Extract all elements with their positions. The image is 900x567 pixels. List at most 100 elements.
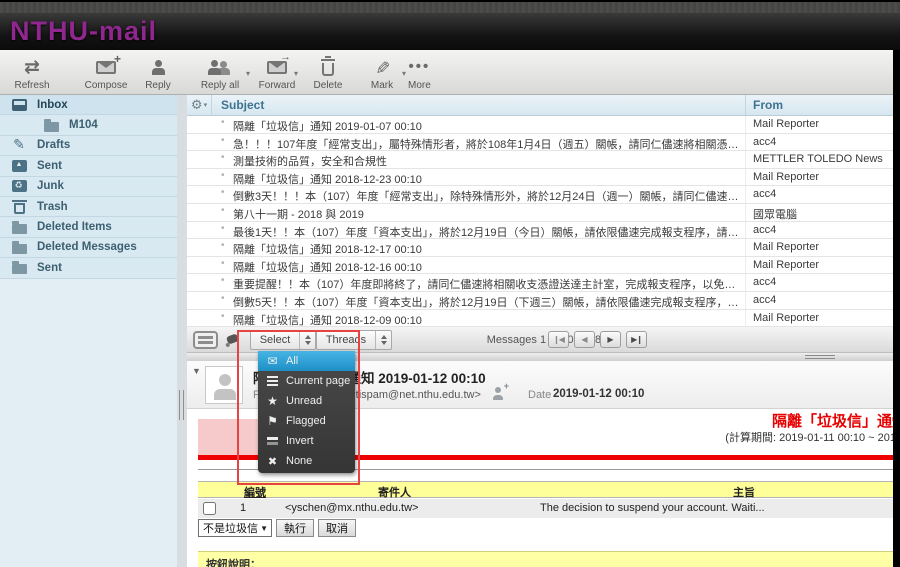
conversation-icon[interactable] — [226, 333, 239, 344]
toolbar-button-label: Compose — [85, 80, 128, 91]
list-options-button[interactable]: ▾ — [187, 95, 212, 115]
spam-action-select[interactable]: 不是垃圾信 ▼ — [198, 519, 272, 537]
toolbar-button-label: Refresh — [14, 80, 49, 91]
menu-item-label: Unread — [286, 395, 322, 407]
toolbar-button[interactable]: Refresh ▾ — [8, 51, 56, 91]
toolbar-button[interactable]: More ▾ — [408, 51, 431, 91]
menu-item-icon — [267, 376, 278, 378]
toolbar-button[interactable]: Reply ▾ — [130, 51, 186, 91]
folder-item-label: Sent — [37, 262, 62, 274]
top-window-strip — [0, 2, 900, 13]
sender-address[interactable]: <antispam@net.nthu.edu.tw> — [337, 389, 481, 401]
mail-list-row[interactable]: 重要提醒！！本（107）年度即將終了，請同仁儘速將相關收支憑證送達主計室，完成報… — [187, 274, 893, 292]
folder-item-icon — [44, 122, 59, 132]
select-menu-item[interactable]: Invert — [258, 431, 355, 451]
mail-row-from: acc4 — [745, 222, 893, 239]
threads-dropdown[interactable]: Threads — [316, 330, 392, 350]
folder-item-label: Sent — [37, 160, 62, 172]
menu-item-icon — [268, 452, 277, 470]
sidebar-folder-item[interactable]: Deleted Items — [0, 217, 177, 237]
chevron-down-icon: ▾ — [246, 69, 250, 78]
first-page-button[interactable] — [548, 331, 569, 348]
mail-list-row[interactable]: 測量技術的品質，安全和合規性 METTLER TOLEDO News — [187, 151, 893, 169]
app-logo: NTHU-mail — [0, 16, 157, 47]
collapse-message-icon[interactable] — [192, 366, 201, 376]
select-menu-item[interactable]: None — [258, 451, 355, 471]
sidebar-folder-item[interactable]: Trash — [0, 197, 177, 217]
menu-item-icon — [267, 352, 277, 370]
select-dropdown-label: Select — [251, 331, 299, 349]
select-menu-item[interactable]: Unread — [258, 391, 355, 411]
read-status-dot-icon — [221, 187, 225, 198]
chevron-down-icon: ▾ — [204, 101, 208, 109]
email-table-row: 1 <yschen@mx.nthu.edu.tw> The decision t… — [198, 499, 893, 518]
message-count-status: Messages 1 to 50 of 386 — [397, 334, 697, 346]
read-status-dot-icon — [221, 258, 225, 269]
toolbar-button-label: Mark — [371, 80, 393, 91]
select-menu-item[interactable]: Flagged — [258, 411, 355, 431]
mail-list-row[interactable]: 倒數5天！！本（107）年度「資本支出」，將於12月19日（下週三）關帳，請依限… — [187, 292, 893, 310]
mail-row-from: 國眾電腦 — [745, 204, 893, 221]
mail-list-row[interactable]: 隔離「垃圾信」通知 2019-01-07 00:10 Mail Reporter — [187, 116, 893, 134]
select-menu-item[interactable]: Current page — [258, 371, 355, 391]
read-status-dot-icon — [221, 223, 225, 234]
cancel-button[interactable]: 取消 — [318, 519, 356, 537]
vertical-splitter[interactable] — [177, 95, 187, 567]
menu-item-label: Flagged — [286, 415, 326, 427]
select-dropdown[interactable]: Select — [250, 330, 316, 350]
toolbar-icon — [409, 58, 431, 76]
folder-item-label: Deleted Messages — [37, 241, 137, 253]
mail-row-subject: 倒數3天！！！本（107）年度「經常支出」，除特殊情形外，將於12月24日（週一… — [233, 188, 741, 204]
row-checkbox[interactable] — [203, 502, 216, 515]
mail-list-row[interactable]: 第八十一期 - 2018 與 2019 國眾電腦 — [187, 204, 893, 222]
mail-list-row[interactable]: 隔離「垃圾信」通知 2018-12-17 00:10 Mail Reporter — [187, 239, 893, 257]
sidebar-folder-item[interactable]: M104 — [0, 115, 177, 135]
folder-item-icon — [14, 203, 25, 214]
mail-list-row[interactable]: 隔離「垃圾信」通知 2018-12-09 00:10 Mail Reporter — [187, 310, 893, 328]
mail-list-row[interactable]: 隔離「垃圾信」通知 2018-12-23 00:10 Mail Reporter — [187, 169, 893, 187]
sidebar-folder-item[interactable]: Inbox — [0, 95, 177, 115]
email-notes-block: 按鈕說明： — [198, 551, 893, 567]
mail-list-row[interactable]: 最後1天！！本（107）年度「資本支出」，將於12月19日（今日）關帳，請依限儘… — [187, 222, 893, 240]
mail-list-row[interactable]: 急！！！107年度「經常支出」，屬特殊情形者，將於108年1月4日（週五）關帳，… — [187, 134, 893, 152]
toolbar-icon — [150, 60, 166, 75]
sidebar-folder-item[interactable]: Deleted Messages — [0, 238, 177, 258]
menu-item-label: Invert — [286, 435, 314, 447]
row-number: 1 — [240, 502, 246, 514]
toolbar-button-label: Forward — [259, 80, 296, 91]
read-status-dot-icon — [221, 311, 225, 322]
previous-page-button[interactable] — [574, 331, 595, 348]
menu-item-label: Current page — [286, 375, 350, 387]
splitter-grip-icon — [179, 390, 184, 420]
sidebar-folder-item[interactable]: Junk — [0, 177, 177, 197]
execute-button[interactable]: 執行 — [276, 519, 314, 537]
sidebar-folder-item[interactable]: Sent — [0, 156, 177, 176]
mail-row-from: Mail Reporter — [745, 310, 893, 327]
read-status-dot-icon — [221, 205, 225, 216]
next-page-button[interactable] — [600, 331, 621, 348]
folder-item-label: Deleted Items — [37, 221, 112, 233]
last-page-button[interactable] — [626, 331, 647, 348]
threads-dropdown-label: Threads — [317, 331, 375, 349]
sidebar-folder-item[interactable]: Drafts — [0, 136, 177, 156]
toolbar-button[interactable]: Mark ▾ — [362, 51, 402, 91]
toolbar-icon — [322, 63, 334, 76]
column-header-from[interactable]: From — [745, 95, 893, 115]
select-menu-item[interactable]: All — [258, 351, 355, 371]
main-toolbar: Refresh ▾ Compose ▾ Reply ▾ Reply all ▾ … — [0, 50, 893, 95]
mail-row-subject: 隔離「垃圾信」通知 2018-12-17 00:10 — [233, 241, 741, 257]
toolbar-button[interactable]: Forward ▾ — [260, 51, 294, 91]
sidebar-folder-item[interactable]: Sent — [0, 258, 177, 278]
list-view-toggle-button[interactable] — [193, 331, 218, 349]
toolbar-button[interactable]: Delete ▾ — [308, 51, 348, 91]
mail-list-row[interactable]: 倒數3天！！！本（107）年度「經常支出」，除特殊情形外，將於12月24日（週一… — [187, 186, 893, 204]
mail-row-subject: 隔離「垃圾信」通知 2018-12-09 00:10 — [233, 312, 741, 328]
menu-item-icon — [267, 392, 278, 410]
toolbar-button[interactable]: Compose ▾ — [88, 51, 124, 91]
toolbar-button[interactable]: Reply all ▾ — [194, 51, 246, 91]
mail-list-row[interactable]: 隔離「垃圾信」通知 2018-12-16 00:10 Mail Reporter — [187, 257, 893, 275]
add-contact-icon[interactable] — [492, 387, 505, 400]
toolbar-icon — [374, 57, 389, 78]
menu-item-label: None — [286, 455, 312, 467]
column-header-subject[interactable]: Subject — [212, 98, 264, 112]
